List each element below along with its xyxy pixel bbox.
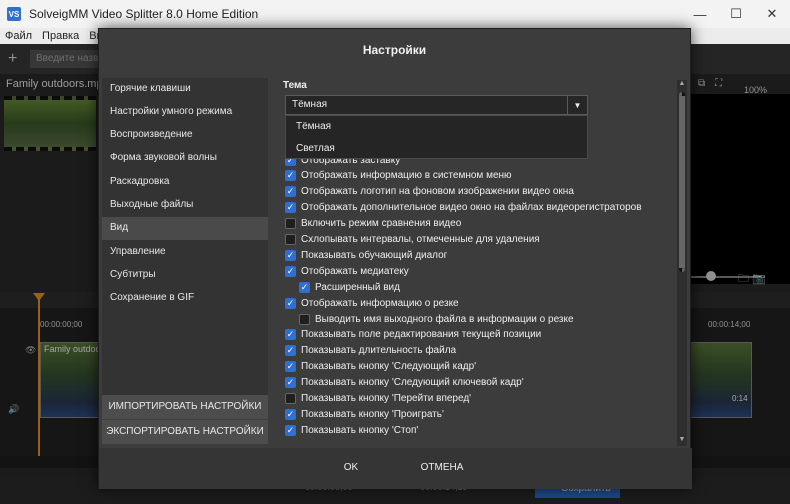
nav-gif[interactable]: Сохранение в GIF: [102, 287, 268, 310]
nav-hotkeys[interactable]: Горячие клавиши: [102, 78, 268, 101]
checkbox-label: Отображать информацию о резке: [301, 297, 459, 309]
checkbox-label: Показывать поле редактирования текущей п…: [301, 329, 542, 341]
checkbox-label: Выводить имя выходного файла в информаци…: [315, 313, 574, 325]
title-bar: VS SolveigMM Video Splitter 8.0 Home Edi…: [0, 0, 790, 28]
checkbox-unchecked-icon[interactable]: [285, 234, 296, 245]
scrollbar-thumb[interactable]: [679, 92, 685, 272]
checkbox-label: Включить режим сравнения видео: [301, 218, 462, 230]
checkbox-label: Показывать кнопку 'Стоп': [301, 424, 419, 436]
checkbox-checked-icon[interactable]: ✓: [285, 329, 296, 341]
scroll-up-icon[interactable]: ▲: [677, 80, 687, 90]
checkbox-label: Отображать дополнительное видео окно на …: [301, 202, 642, 214]
theme-dropdown: Тёмная Светлая: [285, 115, 588, 159]
nav-storyboard[interactable]: Раскадровка: [102, 171, 268, 194]
checkbox-label: Показывать длительность файла: [301, 345, 457, 357]
close-button[interactable]: ✕: [754, 0, 790, 28]
checkbox-checked-icon[interactable]: ✓: [285, 424, 296, 436]
dialog-title: Настройки: [362, 43, 427, 57]
nav-playback[interactable]: Воспроизведение: [102, 124, 268, 147]
checkbox-label: Показывать кнопку 'Проиграть': [301, 408, 444, 420]
checkbox-unchecked-icon[interactable]: [285, 218, 296, 230]
settings-scrollbar[interactable]: ▲ ▼: [677, 80, 687, 446]
window-title: SolveigMM Video Splitter 8.0 Home Editio…: [29, 7, 259, 21]
nav-waveform[interactable]: Форма звуковой волны: [102, 147, 268, 170]
checkbox-checked-icon[interactable]: ✓: [285, 345, 296, 357]
setting-checkbox-row[interactable]: Показывать кнопку 'Перейти вперед': [285, 391, 471, 407]
export-settings-button[interactable]: ЭКСПОРТИРОВАТЬ НАСТРОЙКИ: [102, 420, 268, 444]
checkbox-checked-icon[interactable]: ✓: [285, 297, 296, 309]
checkbox-label: Отображать логотип на фоновом изображени…: [301, 186, 574, 198]
theme-option-light[interactable]: Светлая: [286, 138, 587, 160]
checkbox-checked-icon[interactable]: ✓: [285, 377, 296, 389]
theme-option-dark[interactable]: Тёмная: [286, 116, 587, 138]
cancel-button[interactable]: ОТМЕНА: [387, 455, 497, 479]
setting-checkbox-row[interactable]: ✓ Отображать дополнительное видео окно на…: [285, 200, 642, 216]
settings-nav: Горячие клавиши Настройки умного режима …: [102, 78, 268, 418]
checkbox-label: Показывать кнопку 'Следующий ключевой ка…: [301, 377, 524, 389]
checkbox-checked-icon[interactable]: ✓: [285, 170, 296, 182]
setting-checkbox-row[interactable]: ✓ Показывать кнопку 'Следующий ключевой к…: [285, 375, 524, 391]
checkbox-label: Показывать обучающий диалог: [301, 249, 448, 261]
setting-checkbox-row[interactable]: Схлопывать интервалы, отмеченные для уда…: [285, 232, 540, 248]
checkbox-checked-icon[interactable]: ✓: [285, 249, 296, 261]
setting-checkbox-row[interactable]: ✓ Расширенный вид: [299, 279, 400, 295]
checkbox-checked-icon[interactable]: ✓: [285, 186, 296, 198]
nav-view[interactable]: Вид: [102, 217, 268, 240]
checkbox-unchecked-icon[interactable]: [299, 313, 310, 325]
setting-checkbox-row[interactable]: ✓ Отображать логотип на фоновом изображен…: [285, 184, 574, 200]
nav-subtitles[interactable]: Субтитры: [102, 264, 268, 287]
chevron-down-icon[interactable]: ▼: [567, 96, 587, 114]
checkbox-unchecked-icon[interactable]: [285, 393, 296, 404]
checkbox-checked-icon[interactable]: ✓: [285, 265, 296, 277]
settings-content: Тема Тёмная ▼ Тёмная Светлая ✓ Отображать…: [279, 78, 677, 445]
setting-checkbox-row[interactable]: ✓ Отображать медиатеку: [285, 263, 409, 279]
setting-checkbox-row[interactable]: ✓ Показывать длительность файла: [285, 343, 456, 359]
nav-output-files[interactable]: Выходные файлы: [102, 194, 268, 217]
checkbox-checked-icon[interactable]: ✓: [285, 408, 296, 420]
import-settings-button[interactable]: ИМПОРТИРОВАТЬ НАСТРОЙКИ: [102, 395, 268, 419]
checkbox-label: Отображать информацию в системном меню: [301, 170, 512, 182]
theme-label: Тема: [283, 80, 307, 91]
menu-edit[interactable]: Правка: [37, 28, 84, 44]
nav-control[interactable]: Управление: [102, 241, 268, 264]
setting-checkbox-row[interactable]: Включить режим сравнения видео: [285, 216, 461, 232]
setting-checkbox-row[interactable]: ✓ Отображать информацию в системном меню: [285, 168, 512, 184]
setting-checkbox-row[interactable]: Выводить имя выходного файла в информаци…: [299, 311, 574, 327]
app-logo-icon: VS: [7, 7, 21, 21]
theme-select[interactable]: Тёмная ▼: [285, 95, 588, 115]
setting-checkbox-row[interactable]: ✓ Показывать кнопку 'Проиграть': [285, 406, 444, 422]
scroll-down-icon[interactable]: ▼: [677, 436, 687, 446]
nav-smart-mode[interactable]: Настройки умного режима: [102, 101, 268, 124]
setting-checkbox-row[interactable]: ✓ Показывать кнопку 'Следующий кадр': [285, 359, 476, 375]
checkbox-label: Расширенный вид: [315, 281, 400, 293]
settings-dialog: Настройки Горячие клавиши Настройки умно…: [98, 28, 692, 489]
theme-select-value: Тёмная: [292, 99, 328, 110]
checkbox-checked-icon[interactable]: ✓: [285, 202, 296, 214]
checkbox-label: Показывать кнопку 'Перейти вперед': [301, 393, 472, 404]
menu-file[interactable]: Файл: [0, 28, 37, 44]
minimize-button[interactable]: —: [682, 0, 718, 28]
checkbox-checked-icon[interactable]: ✓: [285, 361, 296, 373]
setting-checkbox-row[interactable]: ✓ Показывать обучающий диалог: [285, 247, 447, 263]
checkbox-label: Отображать медиатеку: [301, 265, 409, 277]
maximize-button[interactable]: ☐: [718, 0, 754, 28]
checkbox-label: Показывать кнопку 'Следующий кадр': [301, 361, 477, 373]
checkbox-checked-icon[interactable]: ✓: [299, 281, 310, 293]
setting-checkbox-row[interactable]: ✓ Отображать информацию о резке: [285, 295, 459, 311]
setting-checkbox-row[interactable]: ✓ Показывать кнопку 'Стоп': [285, 422, 418, 438]
setting-checkbox-row[interactable]: ✓ Показывать поле редактирования текущей …: [285, 327, 541, 343]
checkbox-label: Схлопывать интервалы, отмеченные для уда…: [301, 234, 540, 245]
